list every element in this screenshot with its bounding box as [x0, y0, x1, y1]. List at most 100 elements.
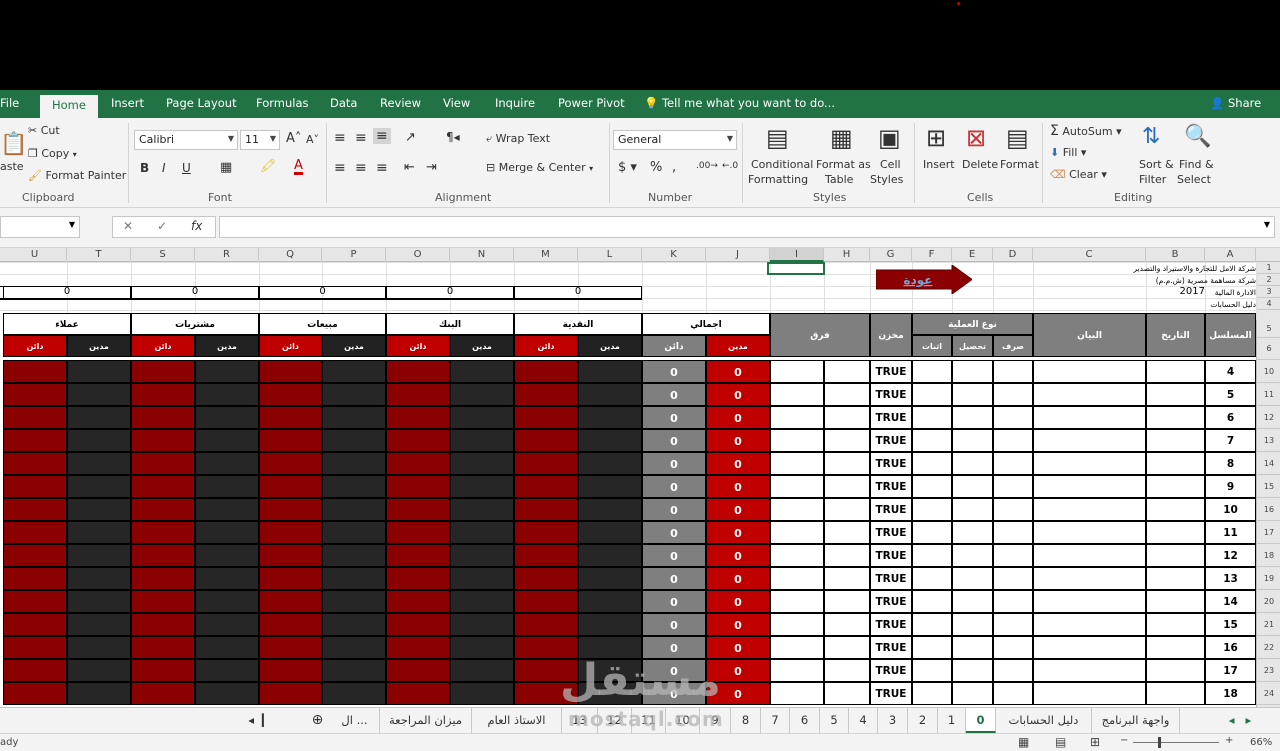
bold-icon[interactable]: B — [140, 161, 149, 175]
tab-power-pivot[interactable]: Power Pivot — [558, 96, 625, 110]
data-cell[interactable] — [3, 429, 67, 452]
data-cell[interactable] — [259, 475, 322, 498]
row-header[interactable]: 15 — [1257, 475, 1280, 498]
data-cell[interactable] — [450, 383, 514, 406]
date-cell[interactable] — [1146, 590, 1205, 613]
orientation-icon[interactable]: ↗ — [405, 130, 416, 145]
store-cell[interactable]: TRUE — [870, 590, 912, 613]
data-cell[interactable] — [259, 360, 322, 383]
data-cell[interactable] — [322, 429, 386, 452]
row-header[interactable]: 5 — [1257, 320, 1280, 338]
store-cell[interactable]: TRUE — [870, 682, 912, 705]
sheet-tab[interactable]: ميزان المراجعة — [380, 708, 472, 733]
diff-cell[interactable] — [824, 544, 870, 567]
data-cell[interactable] — [578, 613, 642, 636]
data-cell[interactable] — [450, 636, 514, 659]
total-credit-cell[interactable]: 0 — [642, 659, 706, 682]
cell-styles-label[interactable]: Cell — [880, 158, 901, 171]
spend-cell[interactable] — [993, 406, 1033, 429]
diff-cell[interactable] — [770, 452, 824, 475]
conditional-formatting-label[interactable]: Conditional — [751, 158, 813, 171]
data-cell[interactable] — [195, 383, 259, 406]
data-cell[interactable] — [67, 521, 131, 544]
diff-cell[interactable] — [770, 521, 824, 544]
row-header[interactable]: 17 — [1257, 521, 1280, 544]
data-cell[interactable] — [259, 498, 322, 521]
data-cell[interactable] — [322, 636, 386, 659]
spend-cell[interactable] — [993, 452, 1033, 475]
sheet-tab[interactable]: 0 — [966, 708, 996, 733]
data-cell[interactable] — [450, 360, 514, 383]
column-header[interactable]: J — [706, 248, 770, 262]
row-header[interactable]: 19 — [1257, 567, 1280, 590]
sheet-tab[interactable]: ال ... — [330, 708, 380, 733]
data-cell[interactable] — [386, 567, 450, 590]
total-credit-cell[interactable]: 0 — [642, 360, 706, 383]
collect-cell[interactable] — [952, 452, 993, 475]
data-cell[interactable] — [3, 406, 67, 429]
data-cell[interactable] — [195, 590, 259, 613]
data-cell[interactable] — [514, 475, 578, 498]
store-cell[interactable]: TRUE — [870, 613, 912, 636]
serial-cell[interactable]: 5 — [1205, 383, 1256, 406]
data-cell[interactable] — [578, 590, 642, 613]
borders-icon[interactable]: ▦ — [220, 160, 232, 175]
row-header[interactable]: 3 — [1257, 286, 1280, 298]
data-cell[interactable] — [386, 475, 450, 498]
data-cell[interactable] — [259, 590, 322, 613]
diff-cell[interactable] — [824, 567, 870, 590]
serial-cell[interactable]: 6 — [1205, 406, 1256, 429]
statement-cell[interactable] — [1033, 406, 1146, 429]
store-cell[interactable]: TRUE — [870, 659, 912, 682]
store-cell[interactable]: TRUE — [870, 521, 912, 544]
data-cell[interactable] — [259, 636, 322, 659]
store-cell[interactable]: TRUE — [870, 567, 912, 590]
decrease-decimal-icon[interactable]: ←.0 — [722, 161, 738, 171]
spend-cell[interactable] — [993, 590, 1033, 613]
data-cell[interactable] — [3, 452, 67, 475]
data-cell[interactable] — [195, 360, 259, 383]
date-cell[interactable] — [1146, 613, 1205, 636]
align-bottom-icon[interactable]: ≡ — [373, 128, 391, 144]
data-cell[interactable] — [386, 521, 450, 544]
diff-cell[interactable] — [770, 613, 824, 636]
date-cell[interactable] — [1146, 636, 1205, 659]
total-debit-cell[interactable]: 0 — [706, 567, 770, 590]
data-cell[interactable] — [386, 429, 450, 452]
column-header[interactable]: E — [952, 248, 993, 262]
diff-cell[interactable] — [824, 521, 870, 544]
data-cell[interactable] — [67, 682, 131, 705]
format-as-table-icon[interactable]: ▦ — [830, 124, 853, 152]
diff-cell[interactable] — [770, 682, 824, 705]
row-header[interactable]: 18 — [1257, 544, 1280, 567]
data-cell[interactable] — [67, 475, 131, 498]
sheet-tab[interactable]: 4 — [849, 708, 878, 733]
data-cell[interactable] — [450, 452, 514, 475]
sheet-tab[interactable]: الاستاذ العام — [472, 708, 562, 733]
row-header[interactable]: 22 — [1257, 636, 1280, 659]
row-header[interactable]: 20 — [1257, 590, 1280, 613]
column-header[interactable]: H — [824, 248, 870, 262]
date-cell[interactable] — [1146, 544, 1205, 567]
data-cell[interactable] — [131, 659, 195, 682]
diff-cell[interactable] — [824, 659, 870, 682]
conditional-formatting-icon[interactable]: ▤ — [766, 124, 789, 152]
serial-cell[interactable]: 11 — [1205, 521, 1256, 544]
data-cell[interactable] — [514, 659, 578, 682]
data-cell[interactable] — [259, 406, 322, 429]
sort-filter-label[interactable]: Sort & — [1139, 158, 1174, 171]
data-cell[interactable] — [450, 406, 514, 429]
copy-button[interactable]: ❐ Copy ▾ — [28, 147, 77, 160]
page-break-view-icon[interactable]: ⊞ — [1090, 735, 1100, 749]
serial-cell[interactable]: 7 — [1205, 429, 1256, 452]
total-debit-cell[interactable]: 0 — [706, 452, 770, 475]
serial-cell[interactable]: 16 — [1205, 636, 1256, 659]
spend-cell[interactable] — [993, 636, 1033, 659]
return-button[interactable]: عودة — [876, 265, 972, 294]
statement-cell[interactable] — [1033, 360, 1146, 383]
format-cells-icon[interactable]: ▤ — [1006, 124, 1029, 152]
column-header[interactable]: U — [3, 248, 67, 262]
sort-filter-label2[interactable]: Filter — [1139, 173, 1166, 186]
data-cell[interactable] — [450, 475, 514, 498]
statement-cell[interactable] — [1033, 590, 1146, 613]
